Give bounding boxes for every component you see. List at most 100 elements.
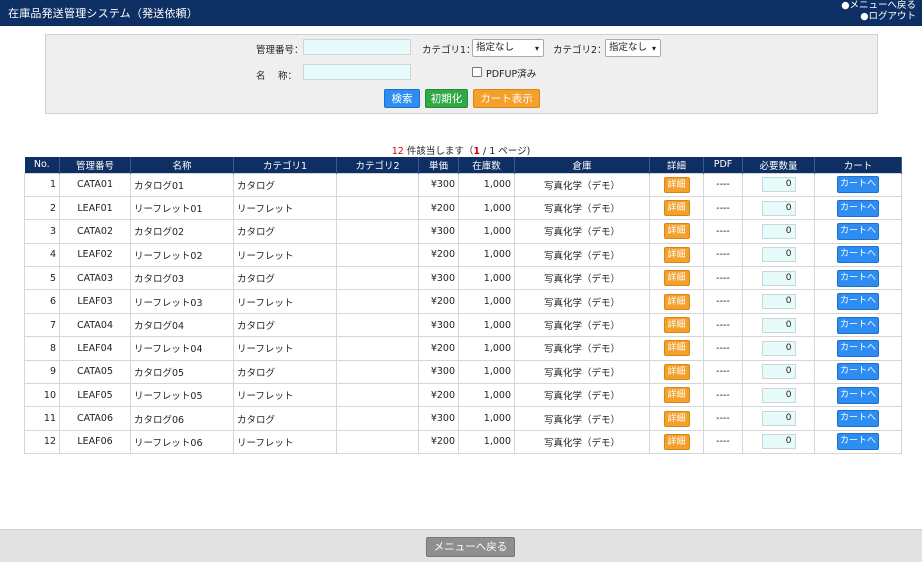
cart-view-button[interactable]: カート表示 (473, 89, 540, 108)
table-row: 12 LEAF06 リーフレット06 リーフレット ¥200 1,000 写真化学（デモ） 詳… (24, 429, 902, 455)
category2-label: カテゴリ2： (553, 45, 607, 56)
add-to-cart-button[interactable]: カートへ (837, 269, 879, 287)
category2-select[interactable]: 指定なし ▾ (605, 39, 661, 57)
footer-bar: メニューへ戻る (0, 529, 922, 562)
row-number: 9 (24, 359, 60, 385)
add-to-cart-button[interactable]: カートへ (837, 293, 879, 311)
search-button[interactable]: 検索 (384, 89, 420, 108)
item-code: LEAF04 (59, 336, 131, 361)
cart-cell: カートへ (814, 336, 902, 361)
item-price: ¥300 (418, 266, 459, 291)
reset-button[interactable]: 初期化 (425, 89, 468, 108)
row-number: 4 (24, 242, 60, 268)
item-name: リーフレット05 (130, 383, 234, 408)
item-price: ¥200 (418, 429, 459, 455)
back-to-menu-button[interactable]: メニューへ戻る (426, 537, 515, 557)
detail-button[interactable]: 詳細 (663, 340, 690, 357)
item-price: ¥200 (418, 289, 459, 314)
detail-button[interactable]: 詳細 (663, 223, 690, 240)
item-code: CATA03 (59, 266, 131, 291)
item-category1: カタログ (233, 219, 337, 244)
quantity-input[interactable]: 0 (761, 364, 796, 380)
item-pdf: ---- (703, 219, 743, 244)
detail-cell: 詳細 (649, 266, 704, 291)
table-row: 8 LEAF04 リーフレット04 リーフレット ¥200 1,000 写真化学（デモ） 詳細… (24, 336, 902, 361)
add-to-cart-button[interactable]: カートへ (837, 222, 879, 240)
add-to-cart-button[interactable]: カートへ (837, 316, 879, 334)
quantity-input[interactable]: 0 (761, 177, 796, 193)
item-category1: カタログ (233, 172, 337, 197)
quantity-cell: 0 (742, 289, 815, 314)
add-to-cart-button[interactable]: カートへ (837, 386, 879, 404)
item-name: リーフレット01 (130, 195, 234, 221)
item-warehouse: 写真化学（デモ） (514, 289, 650, 314)
pdf-uploaded-checkbox[interactable] (472, 67, 482, 77)
item-name: カタログ06 (130, 406, 234, 431)
quantity-input[interactable]: 0 (761, 223, 796, 239)
quantity-input[interactable]: 0 (761, 434, 796, 450)
category1-value: 指定なし (476, 42, 515, 53)
detail-cell: 詳細 (649, 195, 704, 221)
quantity-input[interactable]: 0 (761, 247, 796, 263)
cart-cell: カートへ (814, 359, 902, 385)
add-to-cart-button[interactable]: カートへ (837, 246, 879, 264)
column-header: 単価 (418, 157, 459, 173)
quantity-input[interactable]: 0 (761, 270, 796, 286)
add-to-cart-button[interactable]: カートへ (837, 176, 879, 194)
code-input[interactable] (303, 39, 411, 55)
menu-back-link[interactable]: ●メニューへ戻る (841, 0, 916, 11)
add-to-cart-button[interactable]: カートへ (837, 199, 879, 217)
item-code: CATA05 (59, 359, 131, 385)
detail-button[interactable]: 詳細 (663, 410, 690, 427)
item-stock: 1,000 (458, 242, 515, 268)
category1-label: カテゴリ1： (422, 45, 476, 56)
column-header: 在庫数 (458, 157, 515, 173)
detail-button[interactable]: 詳細 (663, 317, 690, 334)
column-header: カテゴリ1 (233, 157, 337, 173)
column-header: カテゴリ2 (336, 157, 419, 173)
quantity-input[interactable]: 0 (761, 340, 796, 356)
detail-button[interactable]: 詳細 (663, 200, 690, 217)
quantity-input[interactable]: 0 (761, 317, 796, 333)
detail-button[interactable]: 詳細 (663, 293, 690, 310)
page-total: / 1 ページ) (482, 146, 531, 157)
table-row: 6 LEAF03 リーフレット03 リーフレット ¥200 1,000 写真化学（デモ） 詳細… (24, 289, 902, 314)
item-warehouse: 写真化学（デモ） (514, 383, 650, 408)
quantity-input[interactable]: 0 (761, 411, 796, 427)
category1-select[interactable]: 指定なし ▾ (472, 39, 544, 57)
detail-button[interactable]: 詳細 (663, 363, 690, 380)
item-stock: 1,000 (458, 289, 515, 314)
item-stock: 1,000 (458, 312, 515, 338)
add-to-cart-button[interactable]: カートへ (837, 363, 879, 381)
cart-cell: カートへ (814, 289, 902, 314)
item-warehouse: 写真化学（デモ） (514, 429, 650, 455)
item-category2 (336, 195, 419, 221)
add-to-cart-button[interactable]: カートへ (837, 433, 879, 451)
add-to-cart-button[interactable]: カートへ (837, 339, 879, 357)
quantity-input[interactable]: 0 (761, 294, 796, 310)
detail-button[interactable]: 詳細 (663, 433, 690, 450)
item-stock: 1,000 (458, 172, 515, 197)
item-pdf: ---- (703, 406, 743, 431)
row-number: 3 (24, 219, 60, 244)
chevron-down-icon: ▾ (651, 44, 656, 53)
table-row: 9 CATA05 カタログ05 カタログ ¥300 1,000 写真化学（デモ） 詳細 ----… (24, 359, 902, 385)
name-input[interactable] (303, 64, 411, 80)
table-row: 1 CATA01 カタログ01 カタログ ¥300 1,000 写真化学（デモ） 詳細 ----… (24, 172, 902, 197)
quantity-input[interactable]: 0 (761, 387, 796, 403)
detail-cell: 詳細 (649, 172, 704, 197)
table-row: 11 CATA06 カタログ06 カタログ ¥300 1,000 写真化学（デモ） 詳細 ---… (24, 406, 902, 431)
item-pdf: ---- (703, 242, 743, 268)
detail-button[interactable]: 詳細 (663, 176, 690, 193)
add-to-cart-button[interactable]: カートへ (837, 410, 879, 428)
detail-button[interactable]: 詳細 (663, 246, 690, 263)
logout-link[interactable]: ●ログアウト (841, 11, 916, 22)
item-category2 (336, 289, 419, 314)
detail-button[interactable]: 詳細 (663, 270, 690, 287)
detail-button[interactable]: 詳細 (663, 387, 690, 404)
row-number: 1 (24, 172, 60, 197)
column-header: 管理番号 (59, 157, 131, 173)
result-count-number: 12 (391, 146, 404, 157)
quantity-input[interactable]: 0 (761, 200, 796, 216)
item-category2 (336, 406, 419, 431)
